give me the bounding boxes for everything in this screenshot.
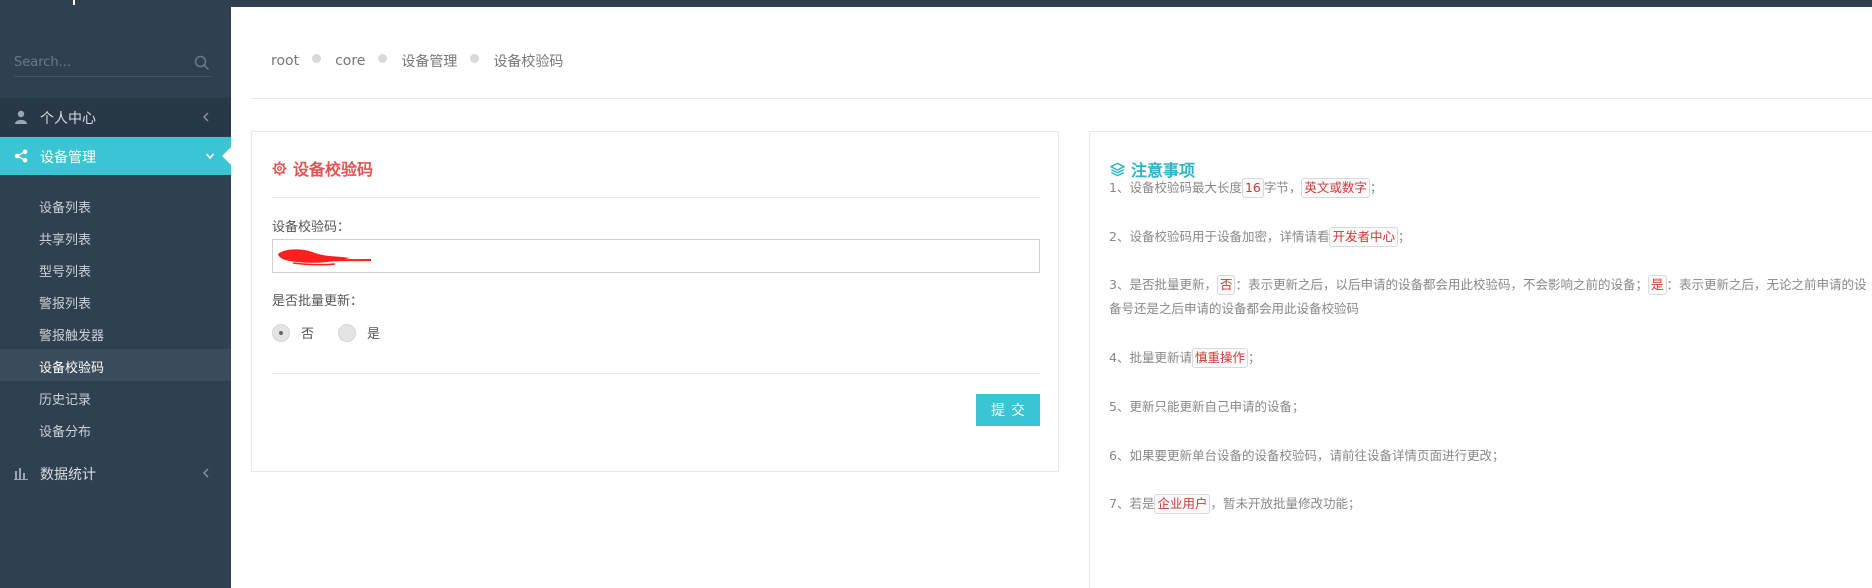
- sidebar-subitem-device-distribution[interactable]: 设备分布: [0, 413, 231, 445]
- sidebar-subitem-share-list[interactable]: 共享列表: [0, 221, 231, 253]
- breadcrumb-current: 设备校验码: [493, 54, 564, 70]
- sidebar-item-label: 数据统计: [40, 467, 96, 483]
- note-4: 4、批量更新请 慎重操作；: [1109, 346, 1872, 370]
- sidebar-subitem-alarm-trigger[interactable]: 警报触发器: [0, 317, 231, 349]
- highlight-tag: 慎重操作: [1191, 348, 1248, 368]
- breadcrumb-core[interactable]: core: [335, 53, 365, 69]
- divider: [251, 98, 1872, 99]
- share-icon: [14, 149, 28, 163]
- chevron-left-icon: [203, 468, 209, 478]
- sidebar-item-personal-center[interactable]: 个人中心: [0, 98, 231, 136]
- layers-icon: [1110, 162, 1125, 176]
- highlight-tag: 16: [1241, 178, 1264, 198]
- search-input[interactable]: [14, 51, 184, 73]
- breadcrumb-device-management[interactable]: 设备管理: [401, 51, 457, 71]
- sidebar-item-data-statistics[interactable]: 数据统计: [0, 454, 231, 492]
- top-bar-marker: [73, 0, 75, 5]
- sidebar-subitem-alarm-list[interactable]: 警报列表: [0, 285, 231, 317]
- sidebar-subitem-history[interactable]: 历史记录: [0, 381, 231, 413]
- divider: [272, 373, 1040, 374]
- device-code-form-panel: 设备校验码 设备校验码： 是否批量更新： 否 是 提交: [251, 131, 1059, 472]
- sidebar-item-label: 设备管理: [40, 150, 96, 166]
- form-title-text: 设备校验码: [293, 160, 374, 179]
- note-6: 6、如果要更新单台设备的设备校验码，请前往设备详情页面进行更改；: [1109, 448, 1505, 463]
- batch-radio-no[interactable]: 否: [272, 323, 314, 342]
- breadcrumb-separator: [312, 53, 322, 63]
- highlight-tag[interactable]: 开发者中心: [1329, 227, 1398, 247]
- divider: [272, 197, 1040, 198]
- radio-label: 否: [301, 327, 315, 342]
- top-bar: [0, 0, 1872, 7]
- note-5: 5、更新只能更新自己申请的设备；: [1109, 399, 1305, 414]
- breadcrumb-separator: [470, 53, 480, 63]
- highlight-tag: 否: [1216, 275, 1236, 295]
- radio-circle-checked[interactable]: [272, 323, 290, 342]
- search-icon[interactable]: [194, 55, 210, 71]
- radio-label: 是: [367, 327, 381, 342]
- chevron-down-icon: [205, 153, 215, 160]
- batch-radio-yes[interactable]: 是: [338, 323, 380, 342]
- gear-icon: [272, 160, 287, 176]
- breadcrumb: root core 设备管理 设备校验码: [271, 51, 563, 71]
- note-2: 2、设备校验码用于设备加密，详情请看 开发者中心；: [1109, 225, 1872, 249]
- batch-field-label: 是否批量更新：: [272, 294, 364, 309]
- sidebar-search: [14, 47, 212, 77]
- form-title: 设备校验码: [272, 156, 373, 180]
- user-icon: [15, 110, 27, 124]
- main-content: root core 设备管理 设备校验码 设备校验码 设备校验码： 是否批量更新…: [231, 7, 1872, 588]
- sidebar-item-device-management[interactable]: 设备管理: [0, 137, 232, 175]
- code-field-label: 设备校验码：: [272, 220, 351, 235]
- note-1: 1、设备校验码最大长度 16 字节， 英文或数字；: [1109, 176, 1872, 200]
- redaction-scribble: [278, 249, 372, 266]
- sidebar-subitem-device-list[interactable]: 设备列表: [0, 189, 231, 221]
- highlight-tag: 英文或数字: [1301, 178, 1370, 198]
- bar-chart-icon: [14, 468, 28, 480]
- note-7: 7、若是 企业用户 ，暂未开放批量修改功能；: [1109, 492, 1872, 516]
- device-code-input[interactable]: [272, 239, 1040, 273]
- radio-circle[interactable]: [338, 323, 356, 342]
- notes-panel: 注意事项 1、设备校验码最大长度 16 字节， 英文或数字； 2、设备校验码用于设备加…: [1089, 131, 1872, 588]
- breadcrumb-root[interactable]: root: [271, 53, 299, 69]
- sidebar-item-label: 个人中心: [40, 111, 96, 127]
- submit-button[interactable]: 提交: [976, 394, 1040, 426]
- sidebar-subitem-device-code[interactable]: 设备校验码: [0, 349, 231, 381]
- chevron-left-icon: [203, 112, 209, 122]
- breadcrumb-separator: [378, 53, 388, 63]
- highlight-tag: 是: [1648, 275, 1667, 295]
- sidebar-subitem-model-list[interactable]: 型号列表: [0, 253, 231, 285]
- highlight-tag: 企业用户: [1154, 494, 1211, 514]
- note-3: 3、是否批量更新，否：表示更新之后，以后申请的设备都会用此校验码，不会影响之前的…: [1109, 275, 1867, 316]
- sidebar: 个人中心 设备管理 设备列表 共享列表 型号列表 警报列表 警报触发器 设备校验…: [0, 7, 232, 588]
